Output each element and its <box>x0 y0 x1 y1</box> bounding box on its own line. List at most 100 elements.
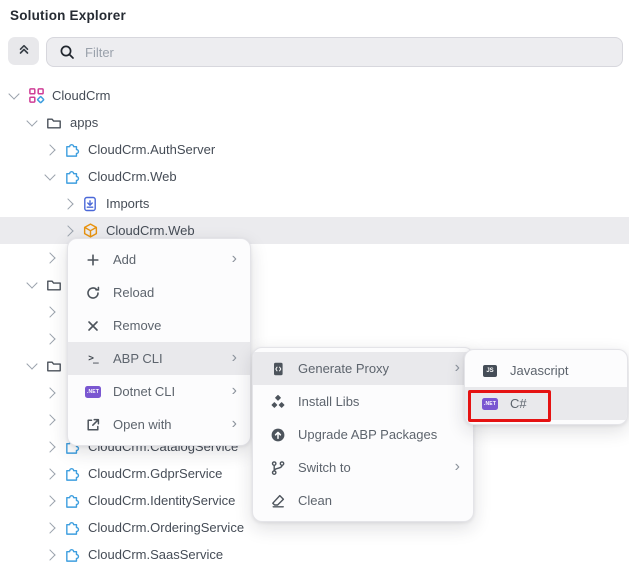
chevron-right-icon[interactable] <box>60 227 76 235</box>
imports-file-icon <box>80 196 100 212</box>
eraser-icon <box>269 493 287 509</box>
menu-item-label: Upgrade ABP Packages <box>298 427 437 442</box>
solution-explorer-panel: Solution Explorer CloudCrm <box>0 0 629 570</box>
tree-item-label: CloudCrm.IdentityService <box>88 493 235 508</box>
menu-item-add[interactable]: Add › <box>68 243 250 276</box>
menu-item-label: Remove <box>113 318 161 333</box>
solution-icon <box>26 87 46 104</box>
menu-item-remove[interactable]: Remove <box>68 309 250 342</box>
menu-item-reload[interactable]: Reload <box>68 276 250 309</box>
code-file-icon <box>269 361 287 377</box>
tree-item-saasservice[interactable]: CloudCrm.SaasService <box>0 541 629 568</box>
menu-item-open-with[interactable]: Open with › <box>68 408 250 441</box>
chevron-right-icon[interactable] <box>42 497 58 505</box>
menu-item-switch-to[interactable]: Switch to › <box>253 451 473 484</box>
chevron-right-icon[interactable] <box>42 524 58 532</box>
menu-item-label: Generate Proxy <box>298 361 389 376</box>
module-puzzle-icon <box>62 168 82 185</box>
packages-icon <box>269 394 287 410</box>
tree-item-label: Imports <box>106 196 149 211</box>
context-menu: Add › Reload Remove >_ ABP CLI › .NET <box>67 238 251 446</box>
menu-item-csharp[interactable]: .NET C# <box>465 387 627 420</box>
folder-icon <box>44 115 64 131</box>
close-icon <box>84 318 102 334</box>
tree-item-imports[interactable]: Imports <box>0 190 629 217</box>
chevrons-up-icon <box>17 41 31 62</box>
terminal-icon: >_ <box>84 353 102 364</box>
menu-item-label: Clean <box>298 493 332 508</box>
arrow-up-circle-icon <box>269 427 287 443</box>
folder-icon <box>44 358 64 374</box>
chevron-right-icon[interactable] <box>42 335 58 343</box>
tree-item-label: CloudCrm <box>52 88 111 103</box>
tree-item-apps[interactable]: apps <box>0 109 629 136</box>
menu-item-label: Javascript <box>510 363 569 378</box>
menu-item-label: Add <box>113 252 136 267</box>
menu-item-upgrade-abp-packages[interactable]: Upgrade ABP Packages <box>253 418 473 451</box>
chevron-right-icon[interactable] <box>42 308 58 316</box>
menu-item-javascript[interactable]: JS Javascript <box>465 354 627 387</box>
js-badge-icon: JS <box>481 365 499 377</box>
open-external-icon <box>84 417 102 433</box>
chevron-right-icon[interactable] <box>42 416 58 424</box>
tree-item-label: CloudCrm.GdprService <box>88 466 222 481</box>
menu-item-abp-cli[interactable]: >_ ABP CLI › <box>68 342 250 375</box>
filter-input[interactable] <box>75 45 622 60</box>
abp-cli-submenu: Generate Proxy › Install Libs Upgrade AB… <box>252 347 474 522</box>
menu-item-generate-proxy[interactable]: Generate Proxy › <box>253 352 473 385</box>
package-cube-icon <box>80 222 100 239</box>
submenu-chevron-icon: › <box>232 251 237 269</box>
tree-item-web-project[interactable]: CloudCrm.Web <box>0 163 629 190</box>
collapse-all-button[interactable] <box>8 37 39 65</box>
chevron-down-icon[interactable] <box>24 282 40 287</box>
menu-item-label: Open with <box>113 417 172 432</box>
dotnet-badge-icon: .NET <box>481 398 499 410</box>
chevron-right-icon[interactable] <box>42 470 58 478</box>
submenu-chevron-icon: › <box>455 360 460 378</box>
git-branch-icon <box>269 460 287 476</box>
chevron-down-icon[interactable] <box>6 93 22 98</box>
tree-item-label: CloudCrm.OrderingService <box>88 520 244 535</box>
module-puzzle-icon <box>62 492 82 509</box>
menu-item-label: C# <box>510 396 527 411</box>
chevron-down-icon[interactable] <box>24 120 40 125</box>
submenu-chevron-icon: › <box>232 416 237 434</box>
menu-item-label: ABP CLI <box>113 351 163 366</box>
chevron-right-icon[interactable] <box>60 200 76 208</box>
search-icon <box>59 44 75 60</box>
tree-item-cloudcrm[interactable]: CloudCrm <box>0 82 629 109</box>
tree-item-label: CloudCrm.Web <box>88 169 177 184</box>
module-puzzle-icon <box>62 465 82 482</box>
chevron-right-icon[interactable] <box>42 146 58 154</box>
submenu-chevron-icon: › <box>232 350 237 368</box>
chevron-right-icon[interactable] <box>42 254 58 262</box>
plus-icon <box>84 252 102 268</box>
menu-item-clean[interactable]: Clean <box>253 484 473 517</box>
module-puzzle-icon <box>62 141 82 158</box>
generate-proxy-submenu: JS Javascript .NET C# <box>464 349 628 425</box>
refresh-icon <box>84 285 102 301</box>
tree-item-authserver[interactable]: CloudCrm.AuthServer <box>0 136 629 163</box>
tree-item-label: CloudCrm.Web <box>106 223 195 238</box>
tree-item-label: CloudCrm.AuthServer <box>88 142 215 157</box>
menu-item-dotnet-cli[interactable]: .NET Dotnet CLI › <box>68 375 250 408</box>
module-puzzle-icon <box>62 519 82 536</box>
menu-item-install-libs[interactable]: Install Libs <box>253 385 473 418</box>
panel-title: Solution Explorer <box>10 8 126 23</box>
tree-item-label: CloudCrm.SaasService <box>88 547 223 562</box>
submenu-chevron-icon: › <box>232 383 237 401</box>
dotnet-badge-icon: .NET <box>84 386 102 398</box>
chevron-right-icon[interactable] <box>42 443 58 451</box>
module-puzzle-icon <box>62 546 82 563</box>
chevron-down-icon[interactable] <box>42 174 58 179</box>
menu-item-label: Install Libs <box>298 394 359 409</box>
folder-icon <box>44 277 64 293</box>
menu-item-label: Switch to <box>298 460 351 475</box>
chevron-right-icon[interactable] <box>42 551 58 559</box>
submenu-chevron-icon: › <box>455 459 460 477</box>
chevron-right-icon[interactable] <box>42 389 58 397</box>
tree-item-label: apps <box>70 115 98 130</box>
chevron-down-icon[interactable] <box>24 363 40 368</box>
menu-item-label: Reload <box>113 285 154 300</box>
filter-box <box>46 37 623 67</box>
